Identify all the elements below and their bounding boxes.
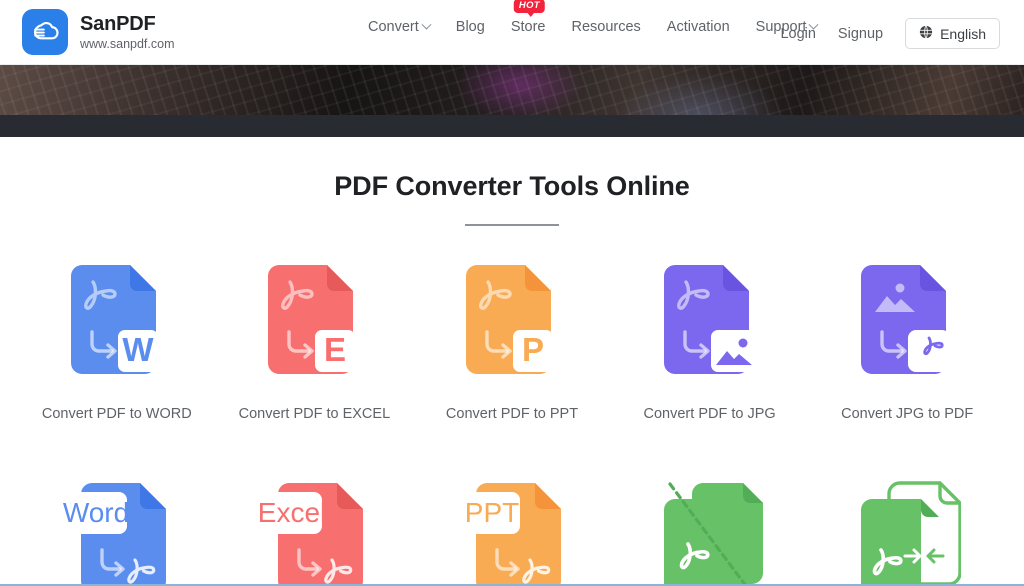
svg-text:W: W <box>122 331 154 368</box>
nav-item-resources[interactable]: Resources <box>571 19 640 35</box>
nav-label-store: Store <box>510 19 546 35</box>
hero-dark-bar <box>0 115 1024 137</box>
nav-item-blog[interactable]: Blog <box>456 19 485 35</box>
ppt-to-pdf-icon: PPT <box>458 476 566 586</box>
excel-to-pdf-icon: Excel <box>258 476 368 586</box>
tool-grid-row-1: W Convert PDF to WORD E Convert PDF to E… <box>0 258 1024 422</box>
svg-text:PPT: PPT <box>465 497 519 528</box>
tool-convert-jpg-to-pdf[interactable]: Convert JPG to PDF <box>808 258 1006 422</box>
nav-label-activation: Activation <box>666 19 730 35</box>
main-navigation: Convert Blog HOT Store Resources Activat… <box>368 0 819 35</box>
nav-label-blog: Blog <box>455 19 485 35</box>
nav-label-resources: Resources <box>571 19 641 35</box>
login-link[interactable]: Login <box>780 26 815 42</box>
tool-label: Convert PDF to JPG <box>643 406 776 422</box>
title-divider <box>465 224 559 226</box>
main-content: PDF Converter Tools Online W Convert PDF… <box>0 137 1024 586</box>
globe-icon <box>919 25 933 42</box>
brand-name: SanPDF <box>80 12 156 35</box>
signup-link[interactable]: Signup <box>838 26 883 42</box>
pdf-to-jpg-icon <box>656 258 764 390</box>
jpg-to-pdf-icon <box>853 258 961 390</box>
nav-item-convert[interactable]: Convert <box>368 19 432 35</box>
tool-split-pdf[interactable] <box>611 454 809 586</box>
tool-label: Convert PDF to PPT <box>445 406 579 422</box>
brand-text: SanPDF www.sanpdf.com <box>80 13 174 51</box>
chevron-down-icon <box>421 19 432 30</box>
svg-text:Word: Word <box>63 497 129 528</box>
language-selector[interactable]: English <box>905 18 1000 49</box>
merge-pdf-icon <box>853 476 962 586</box>
cloud-document-icon <box>22 9 68 55</box>
tool-label: Convert JPG to PDF <box>841 406 974 422</box>
svg-text:E: E <box>324 331 346 368</box>
tool-convert-ppt-to-pdf[interactable]: PPT <box>413 454 611 586</box>
tool-convert-pdf-to-excel[interactable]: E Convert PDF to EXCEL <box>216 258 414 422</box>
pdf-to-ppt-icon: P <box>458 258 566 390</box>
svg-text:Excel: Excel <box>260 497 326 528</box>
split-pdf-icon <box>656 476 764 586</box>
site-header: SanPDF www.sanpdf.com Convert Blog HOT S… <box>0 0 1024 65</box>
tool-label: Convert PDF to EXCEL <box>238 406 391 422</box>
tool-convert-pdf-to-ppt[interactable]: P Convert PDF to PPT <box>413 258 611 422</box>
nav-label-convert: Convert <box>368 19 419 35</box>
brand-url: www.sanpdf.com <box>80 36 175 51</box>
tool-convert-pdf-to-jpg[interactable]: Convert PDF to JPG <box>611 258 809 422</box>
pdf-to-word-icon: W <box>63 258 171 390</box>
tool-convert-word-to-pdf[interactable]: Word <box>18 454 216 586</box>
tool-convert-pdf-to-word[interactable]: W Convert PDF to WORD <box>18 258 216 422</box>
nav-item-store[interactable]: HOT Store <box>510 0 546 35</box>
auth-area: Login Signup English <box>780 18 1000 49</box>
hot-badge: HOT <box>513 0 545 17</box>
word-to-pdf-icon: Word <box>63 476 171 586</box>
svg-text:P: P <box>522 331 544 368</box>
tool-merge-pdf[interactable] <box>808 454 1006 586</box>
brand-logo[interactable]: SanPDF www.sanpdf.com <box>22 9 174 55</box>
tool-label: Convert PDF to WORD <box>41 406 192 422</box>
language-label: English <box>940 25 986 42</box>
tool-grid-row-2: Word Excel PPT <box>0 454 1024 586</box>
tool-convert-excel-to-pdf[interactable]: Excel <box>216 454 414 586</box>
page-title: PDF Converter Tools Online <box>334 171 690 201</box>
hero-banner <box>0 65 1024 137</box>
nav-item-activation[interactable]: Activation <box>667 19 730 35</box>
pdf-to-excel-icon: E <box>260 258 368 390</box>
